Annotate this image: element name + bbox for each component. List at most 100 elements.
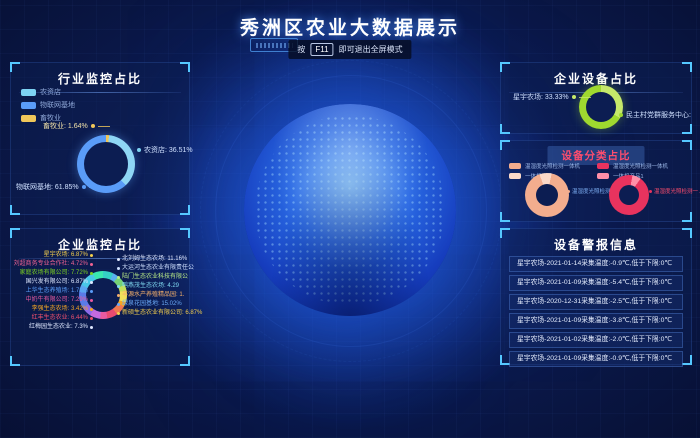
label-text: 红梅园生态农业: 7.3% — [29, 324, 88, 331]
callout-dot — [91, 124, 95, 128]
chart-callout: 温湿度光照检测一→ — [649, 187, 700, 195]
label-dot — [90, 281, 93, 284]
hint-prefix: 按 — [297, 44, 305, 55]
chart-callout: 畜牧业: 1.64% — [43, 121, 110, 131]
panel-title: 企业监控占比 — [11, 229, 189, 253]
chart-callout: 物联网基地: 61.85% — [16, 182, 101, 192]
label-dot — [117, 276, 120, 279]
chart-label: 李强生态农场: 3.42% — [32, 306, 93, 313]
label-text: 北刘姆生态农场: 11.16% — [122, 256, 187, 263]
enterprise-right-labels: 北刘姆生态农场: 11.16% 大运河生态农业有限责任公 陆门生态农业科技有限公… — [117, 256, 201, 317]
label-text: 大运河生态农业有限责任公 — [122, 265, 194, 272]
label-dot — [90, 317, 93, 320]
legend-swatch — [509, 173, 521, 179]
label-text: 李强生态农场: 3.42% — [32, 306, 88, 313]
donut-hole — [536, 184, 558, 206]
label-text: 家庭农场有限公司: 7.72% — [20, 270, 88, 277]
alarm-list: 星宇农场-2021-01-14采集温度:-0.9℃,低于下限:0℃ 星宇农场-2… — [509, 256, 683, 367]
chart-label: 丰源水产养殖精品园: 1. — [117, 292, 184, 299]
chart-label: 红丰生态农业: 6.44% — [32, 315, 93, 322]
chart-label: 鸭燕茂生态农场: 4.29 — [117, 283, 179, 290]
panel-enterprise-device: 企业设备占比 星宇农场: 33.33% 民主村党群服务中心: — [500, 62, 692, 134]
panel-title: 企业设备占比 — [501, 63, 691, 87]
callout-text: 民主村党群服务中心: — [626, 110, 691, 120]
chart-callout: 民主村党群服务中心: — [619, 110, 691, 120]
callout-text: 农资店: 36.51% — [144, 145, 193, 155]
label-dot — [117, 303, 120, 306]
alarm-row: 星宇农场-2021-01-09采集温度:-3.8℃,低于下限:0℃ — [509, 313, 683, 329]
panel-device-alarm: 设备警报信息 星宇农场-2021-01-14采集温度:-0.9℃,低于下限:0℃… — [500, 228, 692, 365]
legend-item[interactable]: 物联网基地 — [21, 100, 75, 110]
legend-swatch — [597, 163, 609, 169]
label-dot — [90, 308, 93, 311]
callout-line — [89, 187, 101, 188]
f11-key: F11 — [310, 43, 333, 56]
label-dot — [117, 312, 120, 315]
alarm-row: 星宇农场-2021-01-09采集温度:-0.9℃,低于下限:0℃ — [509, 351, 683, 367]
label-text: 国兴发有限公司: 6.87% — [26, 279, 88, 286]
legend-item[interactable]: 温湿度光照检测一体机 — [509, 162, 580, 170]
label-dot — [90, 326, 93, 329]
chart-label: 家庭农场有限公司: 7.72% — [20, 270, 93, 277]
label-text: 红丰生态农业: 6.44% — [32, 315, 88, 322]
legend-label: 物联网基地 — [40, 100, 75, 110]
label-text: 丰源水产养殖精品园: 1. — [122, 292, 184, 299]
label-dot — [90, 290, 93, 293]
legend-item[interactable]: 农资店 — [21, 87, 75, 97]
header: 秀洲区农业大数据展示 — [0, 13, 700, 40]
panel-industry-monitor: 行业监控占比 农资店 物联网基地 畜牧业 畜牧业: 1.64% 农资店: 36 — [10, 62, 190, 215]
callout-text: 星宇农场: 33.33% — [513, 92, 569, 102]
fullscreen-hint: 按 F11 即可退出全屏模式 — [288, 40, 411, 59]
label-dot — [117, 285, 120, 288]
chart-label: 中奶牛有限公司: 7.29% — [26, 297, 93, 304]
callout-dot — [649, 190, 652, 193]
alarm-row: 星宇农场-2020-12-31采集温度:-2.5℃,低于下限:0℃ — [509, 294, 683, 310]
category-donut-left[interactable] — [525, 173, 569, 217]
label-text: 新硕生态农业有限公司: 6.87% — [122, 310, 202, 317]
legend-swatch — [509, 163, 521, 169]
label-dot — [90, 263, 93, 266]
industry-legend: 农资店 物联网基地 畜牧业 — [21, 87, 75, 123]
chart-label: 国兴发有限公司: 6.87% — [26, 279, 93, 286]
callout-text: 物联网基地: 61.85% — [16, 182, 79, 192]
callout-line — [579, 97, 591, 98]
callout-text: 畜牧业: 1.64% — [43, 121, 88, 131]
panel-enterprise-monitor: 企业监控占比 星宇农场: 6.87% 刘超商务专业合作社: 4.72% 家庭农场… — [10, 228, 190, 366]
callout-line — [98, 126, 110, 127]
alarm-row: 星宇农场-2021-01-14采集温度:-0.9℃,低于下限:0℃ — [509, 256, 683, 272]
label-text: 刘超商务专业合作社: 4.72% — [14, 261, 88, 268]
chart-label: 北刘姆生态农场: 11.16% — [117, 256, 187, 263]
legend-label: 温湿度光照检测一体机 — [613, 162, 668, 170]
label-dot — [90, 299, 93, 302]
label-dot — [90, 272, 93, 275]
panel-title: 设备警报信息 — [501, 229, 691, 253]
label-text: 绿泉花园基地: 15.02% — [122, 301, 182, 308]
globe — [244, 104, 456, 316]
category-donut-right[interactable] — [609, 175, 649, 215]
callout-dot — [572, 95, 576, 99]
chart-label: 红梅园生态农业: 7.3% — [29, 324, 93, 331]
page-title: 秀洲区农业大数据展示 — [240, 13, 460, 40]
donut-hole — [84, 142, 128, 186]
alarm-row: 星宇农场-2021-01-09采集温度:-5.4℃,低于下限:0℃ — [509, 275, 683, 291]
panel-device-category: 设备分类占比 温湿度光照检测一体机 一体机产品1 温湿度光照检测一→ 温湿度光照… — [500, 140, 692, 222]
label-dot — [117, 258, 120, 261]
legend-swatch — [21, 102, 36, 109]
chart-label: 绿泉花园基地: 15.02% — [117, 301, 182, 308]
label-dot — [117, 294, 120, 297]
label-dot — [117, 267, 120, 270]
legend-item[interactable]: 温湿度光照检测一体机 — [597, 162, 668, 170]
callout-text: 温湿度光照检测一→ — [654, 187, 700, 195]
legend-label: 温湿度光照检测一体机 — [525, 162, 580, 170]
callout-dot — [82, 185, 86, 189]
label-text: 陆门生态农业科技有限公 — [122, 274, 188, 281]
alarm-row: 星宇农场-2021-01-02采集温度:-2.0℃,低于下限:0℃ — [509, 332, 683, 348]
label-text: 鸭燕茂生态农场: 4.29 — [122, 283, 179, 290]
panel-title: 行业监控占比 — [11, 63, 189, 87]
chart-label: 大运河生态农业有限责任公 — [117, 265, 194, 272]
callout-dot — [567, 190, 570, 193]
dashboard-screen: 秀洲区农业大数据展示 按 F11 即可退出全屏模式 行业监控占比 农资店 物联网… — [0, 0, 700, 438]
enterprise-left-labels: 星宇农场: 6.87% 刘超商务专业合作社: 4.72% 家庭农场有限公司: 7… — [13, 252, 93, 331]
chart-label: 陆门生态农业科技有限公 — [117, 274, 188, 281]
legend-swatch — [597, 173, 609, 179]
